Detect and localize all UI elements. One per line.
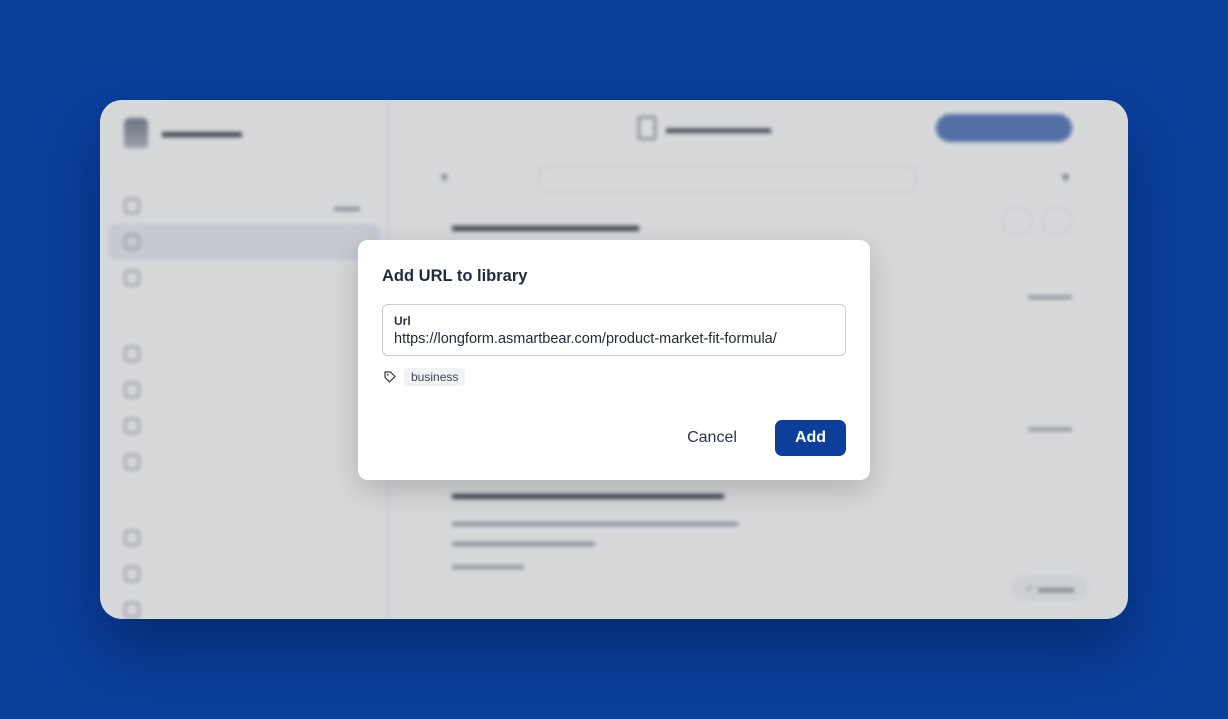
dialog-title: Add URL to library <box>382 267 528 285</box>
add-url-dialog: Add URL to library Url business Cancel A… <box>358 240 870 480</box>
tag-row: business <box>384 368 466 386</box>
tag-icon[interactable] <box>384 371 396 383</box>
cancel-button[interactable]: Cancel <box>670 420 754 456</box>
url-label: Url <box>394 314 411 328</box>
url-input[interactable] <box>394 331 834 347</box>
url-field[interactable]: Url <box>382 304 846 356</box>
add-button[interactable]: Add <box>775 420 846 456</box>
tag-chip[interactable]: business <box>404 368 466 386</box>
